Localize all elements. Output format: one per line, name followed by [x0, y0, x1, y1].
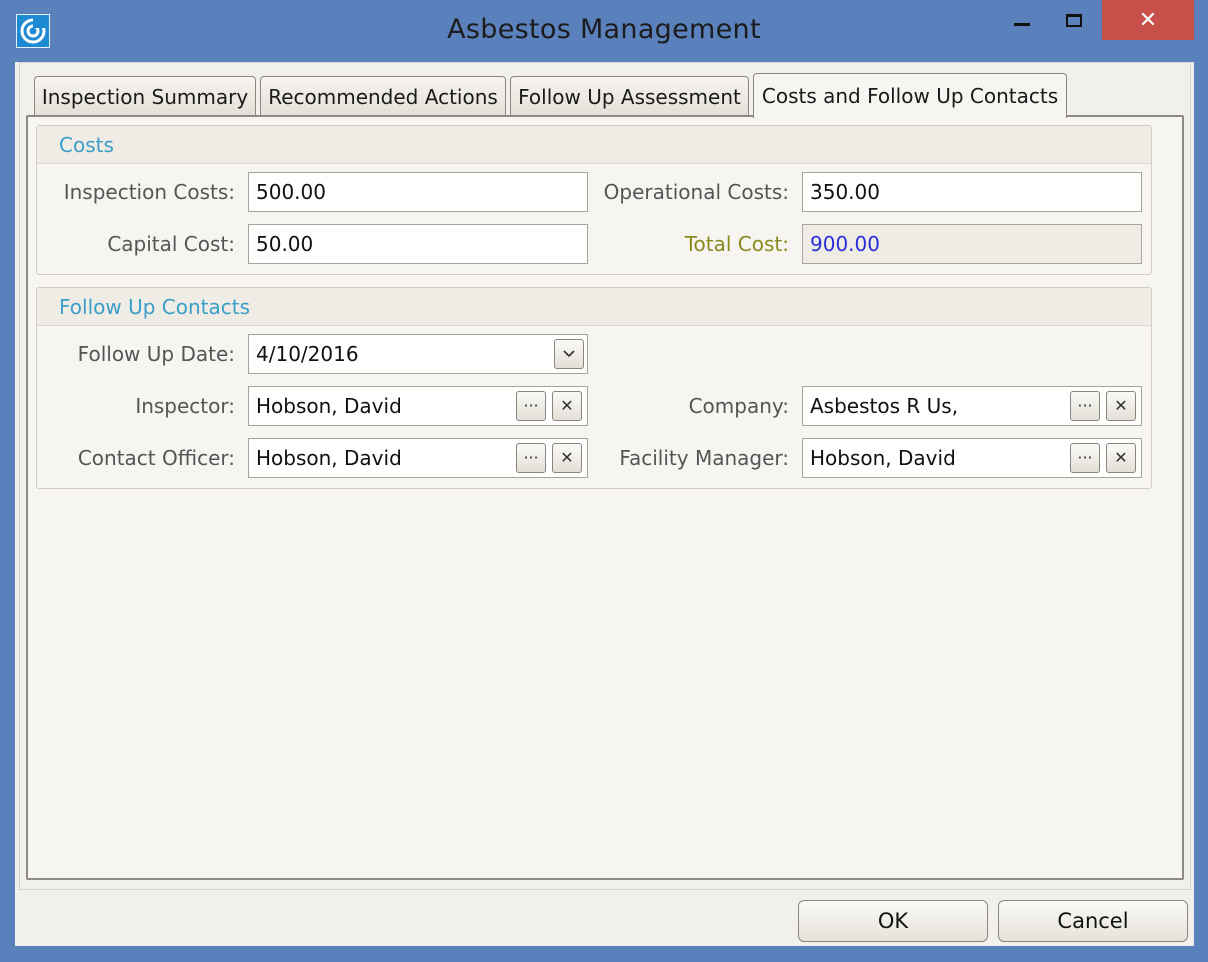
- inspection-costs-label: Inspection Costs:: [63, 180, 235, 204]
- facility-manager-label: Facility Manager:: [619, 446, 789, 470]
- company-value: Asbestos R Us,: [810, 394, 959, 418]
- contact-officer-value: Hobson, David: [256, 446, 402, 470]
- inspector-clear-button[interactable]: ✕: [552, 391, 582, 421]
- total-cost-value: 900.00: [810, 232, 880, 256]
- tab-inspection-summary[interactable]: Inspection Summary: [34, 76, 256, 116]
- title-bar: Asbestos Management ✕: [0, 0, 1208, 62]
- clear-icon: ✕: [1114, 448, 1128, 467]
- cancel-button[interactable]: Cancel: [998, 900, 1188, 942]
- tab-panel-costs-and-contacts: Costs Inspection Costs: 500.00 Operation…: [26, 115, 1184, 880]
- close-button[interactable]: ✕: [1102, 0, 1194, 40]
- ellipsis-icon: ···: [1077, 448, 1093, 467]
- company-field[interactable]: Asbestos R Us, ··· ✕: [802, 386, 1142, 426]
- company-label: Company:: [688, 394, 789, 418]
- tab-label: Recommended Actions: [268, 84, 498, 109]
- tab-control: Inspection Summary Recommended Actions F…: [19, 62, 1191, 890]
- capital-cost-input[interactable]: 50.00: [248, 224, 588, 264]
- cancel-button-label: Cancel: [1057, 909, 1129, 933]
- follow-up-date-picker[interactable]: 4/10/2016: [248, 334, 588, 374]
- inspector-browse-button[interactable]: ···: [516, 391, 546, 421]
- company-clear-button[interactable]: ✕: [1106, 391, 1136, 421]
- contact-officer-browse-button[interactable]: ···: [516, 443, 546, 473]
- close-icon: ✕: [1138, 7, 1158, 33]
- inspection-costs-input[interactable]: 500.00: [248, 172, 588, 212]
- capital-cost-label: Capital Cost:: [107, 232, 235, 256]
- ok-button[interactable]: OK: [798, 900, 988, 942]
- contact-officer-field[interactable]: Hobson, David ··· ✕: [248, 438, 588, 478]
- facility-manager-browse-button[interactable]: ···: [1070, 443, 1100, 473]
- tab-costs-and-follow-up-contacts[interactable]: Costs and Follow Up Contacts: [753, 73, 1067, 118]
- inspection-costs-value: 500.00: [256, 180, 326, 204]
- date-dropdown-button[interactable]: [554, 339, 584, 369]
- follow-up-date-label: Follow Up Date:: [77, 342, 235, 366]
- follow-up-date-value: 4/10/2016: [256, 342, 359, 366]
- inspector-value: Hobson, David: [256, 394, 402, 418]
- tab-follow-up-assessment[interactable]: Follow Up Assessment: [510, 76, 749, 116]
- minimize-icon: [1014, 22, 1030, 26]
- tab-recommended-actions[interactable]: Recommended Actions: [260, 76, 506, 116]
- clear-icon: ✕: [1114, 396, 1128, 415]
- clear-icon: ✕: [560, 396, 574, 415]
- capital-cost-value: 50.00: [256, 232, 314, 256]
- follow-up-contacts-group: Follow Up Contacts Follow Up Date: 4/10/…: [36, 287, 1152, 489]
- operational-costs-input[interactable]: 350.00: [802, 172, 1142, 212]
- minimize-button[interactable]: [998, 0, 1046, 40]
- facility-manager-clear-button[interactable]: ✕: [1106, 443, 1136, 473]
- tab-label: Follow Up Assessment: [518, 84, 741, 109]
- facility-manager-field[interactable]: Hobson, David ··· ✕: [802, 438, 1142, 478]
- ok-button-label: OK: [877, 909, 909, 933]
- total-cost-field: 900.00: [802, 224, 1142, 264]
- inspector-label: Inspector:: [135, 394, 235, 418]
- maximize-icon: [1066, 13, 1082, 27]
- inspector-field[interactable]: Hobson, David ··· ✕: [248, 386, 588, 426]
- tab-label: Costs and Follow Up Contacts: [761, 84, 1059, 108]
- ellipsis-icon: ···: [1077, 396, 1093, 415]
- operational-costs-label: Operational Costs:: [603, 180, 789, 204]
- follow-up-contacts-header: Follow Up Contacts: [37, 288, 1151, 326]
- costs-group: Costs Inspection Costs: 500.00 Operation…: [36, 125, 1152, 275]
- contact-officer-label: Contact Officer:: [77, 446, 235, 470]
- operational-costs-value: 350.00: [810, 180, 880, 204]
- ellipsis-icon: ···: [523, 448, 539, 467]
- facility-manager-value: Hobson, David: [810, 446, 956, 470]
- ellipsis-icon: ···: [523, 396, 539, 415]
- maximize-button[interactable]: [1050, 0, 1098, 40]
- dialog-client-area: Inspection Summary Recommended Actions F…: [15, 62, 1194, 946]
- costs-group-header: Costs: [37, 126, 1151, 164]
- total-cost-label: Total Cost:: [684, 232, 789, 256]
- clear-icon: ✕: [560, 448, 574, 467]
- tab-label: Inspection Summary: [41, 84, 249, 109]
- company-browse-button[interactable]: ···: [1070, 391, 1100, 421]
- chevron-down-icon: [563, 350, 575, 358]
- contact-officer-clear-button[interactable]: ✕: [552, 443, 582, 473]
